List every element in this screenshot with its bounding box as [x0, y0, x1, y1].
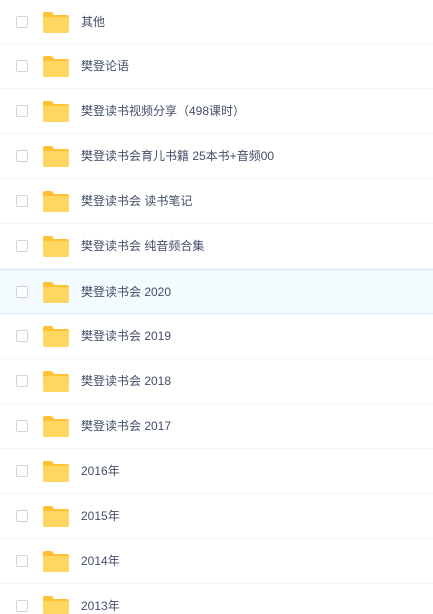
folder-name[interactable]: 樊登读书会 读书笔记	[81, 194, 192, 208]
row-checkbox[interactable]	[16, 510, 28, 522]
folder-icon	[43, 145, 69, 167]
row-checkbox[interactable]	[16, 150, 28, 162]
row-checkbox[interactable]	[16, 555, 28, 567]
file-row-parenting-books[interactable]: 樊登读书会育儿书籍 25本书+音频00	[0, 134, 433, 179]
row-checkbox[interactable]	[16, 420, 28, 432]
folder-icon	[43, 235, 69, 257]
file-row-video-share[interactable]: 樊登读书视频分享（498课时）	[0, 89, 433, 134]
folder-name[interactable]: 樊登读书视频分享（498课时）	[81, 104, 245, 118]
file-row-2015[interactable]: 2015年	[0, 494, 433, 539]
row-checkbox[interactable]	[16, 195, 28, 207]
file-row-audio-collection[interactable]: 樊登读书会 纯音频合集	[0, 224, 433, 269]
file-row-fandeng-lunyu[interactable]: 樊登论语	[0, 44, 433, 89]
folder-name[interactable]: 樊登读书会 2018	[81, 374, 171, 388]
row-checkbox[interactable]	[16, 105, 28, 117]
folder-icon	[43, 460, 69, 482]
row-checkbox[interactable]	[16, 375, 28, 387]
folder-icon	[43, 55, 69, 77]
folder-icon	[43, 370, 69, 392]
folder-name[interactable]: 樊登读书会 2017	[81, 419, 171, 433]
folder-icon	[43, 415, 69, 437]
folder-name[interactable]: 2013年	[81, 599, 120, 613]
folder-icon	[43, 505, 69, 527]
folder-name[interactable]: 2016年	[81, 464, 120, 478]
file-row-qita[interactable]: 其他	[0, 0, 433, 44]
folder-icon	[43, 190, 69, 212]
file-row-2018[interactable]: 樊登读书会 2018	[0, 359, 433, 404]
row-checkbox[interactable]	[16, 285, 28, 298]
folder-name[interactable]: 2014年	[81, 554, 120, 568]
folder-name[interactable]: 樊登读书会 2019	[81, 329, 171, 343]
folder-name[interactable]: 樊登读书会 纯音频合集	[81, 239, 204, 253]
folder-icon	[43, 595, 69, 614]
row-checkbox[interactable]	[16, 465, 28, 477]
folder-icon	[43, 281, 69, 303]
row-checkbox[interactable]	[16, 600, 28, 612]
row-checkbox[interactable]	[16, 330, 28, 342]
row-checkbox[interactable]	[16, 15, 28, 28]
folder-name[interactable]: 其他	[81, 15, 105, 29]
folder-name[interactable]: 樊登论语	[81, 59, 129, 73]
folder-name[interactable]: 樊登读书会 2020	[81, 285, 171, 299]
folder-name[interactable]: 樊登读书会育儿书籍 25本书+音频00	[81, 149, 274, 163]
file-row-2014[interactable]: 2014年	[0, 539, 433, 584]
folder-icon	[43, 11, 69, 33]
row-checkbox[interactable]	[16, 240, 28, 252]
file-row-2013[interactable]: 2013年	[0, 584, 433, 614]
file-row-reading-notes[interactable]: 樊登读书会 读书笔记	[0, 179, 433, 224]
file-row-2020[interactable]: 樊登读书会 2020	[0, 269, 433, 314]
file-list: 其他 樊登论语 樊登读书视频分享（498课时） 樊登读书会育儿书籍 25本书+音…	[0, 0, 433, 614]
folder-name[interactable]: 2015年	[81, 509, 120, 523]
file-row-2019[interactable]: 樊登读书会 2019	[0, 314, 433, 359]
file-row-2017[interactable]: 樊登读书会 2017	[0, 404, 433, 449]
folder-icon	[43, 100, 69, 122]
row-checkbox[interactable]	[16, 60, 28, 72]
file-row-2016[interactable]: 2016年	[0, 449, 433, 494]
folder-icon	[43, 550, 69, 572]
folder-icon	[43, 325, 69, 347]
